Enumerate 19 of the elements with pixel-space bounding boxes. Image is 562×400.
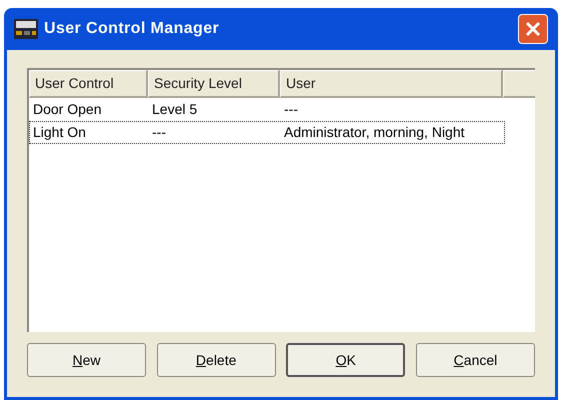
close-icon bbox=[525, 21, 541, 37]
dialog-button[interactable]: New bbox=[27, 343, 146, 377]
close-button[interactable] bbox=[518, 14, 548, 44]
column-header[interactable]: User Control bbox=[29, 70, 148, 98]
table-cell-text: Level 5 bbox=[151, 100, 198, 119]
table-cell-text: --- bbox=[283, 100, 299, 119]
table-cell-text: --- bbox=[151, 123, 167, 142]
column-header[interactable]: Security Level bbox=[148, 70, 280, 98]
column-header[interactable]: User bbox=[280, 70, 503, 98]
list-row[interactable]: Light On --- Administrator, morning, Night bbox=[29, 121, 505, 144]
dialog-button[interactable]: Delete bbox=[156, 343, 276, 377]
list-row[interactable]: Door Open Level 5 --- bbox=[29, 98, 505, 121]
table-cell-text: Door Open bbox=[32, 100, 102, 119]
window-title: User Control Manager bbox=[44, 19, 220, 39]
dialog-button[interactable]: Cancel bbox=[416, 343, 535, 377]
app-icon bbox=[14, 19, 38, 39]
dialog-button[interactable]: OK bbox=[286, 343, 406, 377]
table-cell-text: Administrator, morning, Night bbox=[283, 123, 466, 142]
table-cell-text: Light On bbox=[32, 123, 87, 142]
